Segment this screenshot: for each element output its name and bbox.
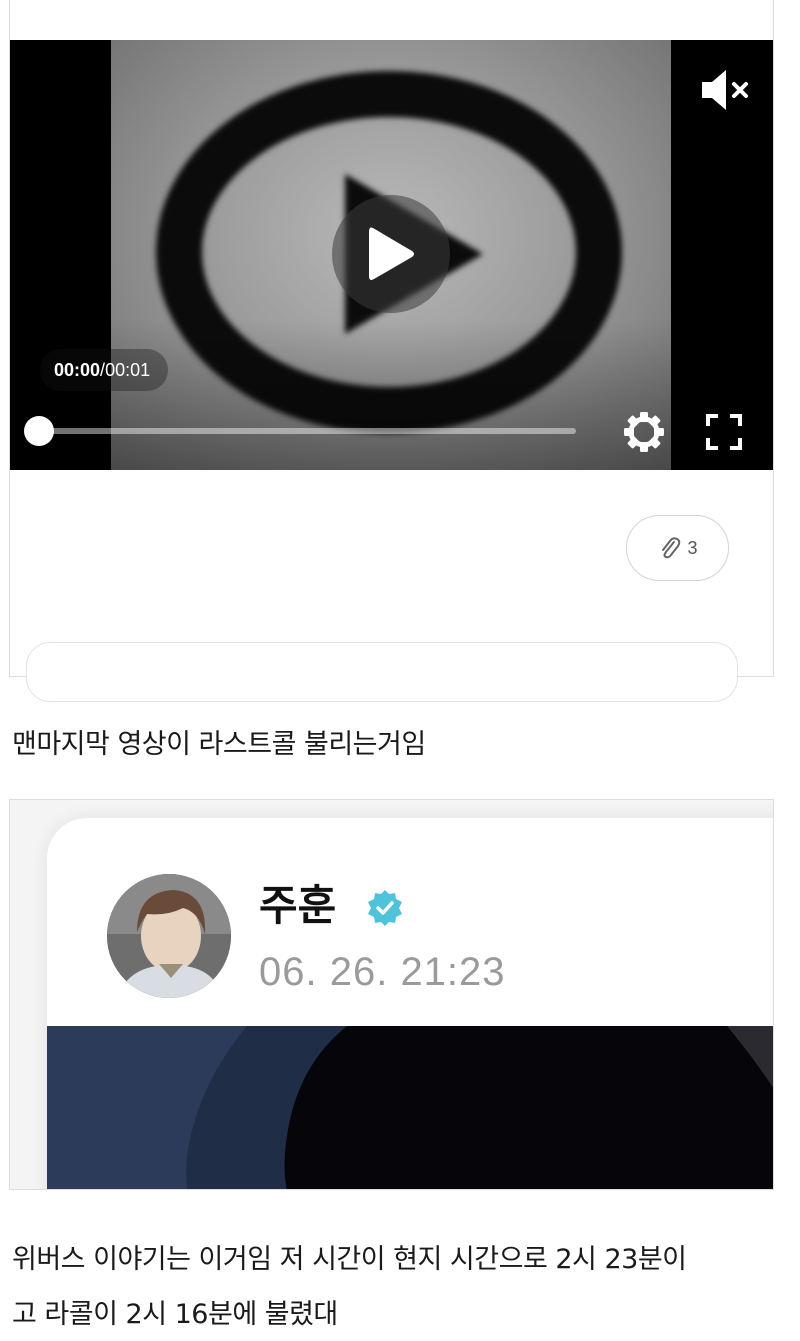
paragraph-line: 위버스 이야기는 이거임 저 시간이 현지 시간으로 2시 23분이 bbox=[12, 1244, 687, 1275]
progress-knob[interactable] bbox=[24, 416, 54, 446]
post-timestamp: 06. 26. 21:23 bbox=[259, 950, 506, 994]
verified-icon bbox=[368, 890, 402, 926]
username: 주훈 bbox=[259, 881, 337, 930]
progress-bar[interactable] bbox=[24, 416, 576, 446]
fullscreen-icon bbox=[706, 414, 742, 450]
paperclip-icon bbox=[662, 537, 681, 559]
mute-icon bbox=[702, 70, 748, 110]
post-paragraph: 맨마지막 영상이 라스트콜 불리는거임 bbox=[12, 729, 426, 760]
play-button[interactable] bbox=[332, 195, 450, 313]
duration-time: 00:01 bbox=[105, 359, 151, 380]
fullscreen-button[interactable] bbox=[702, 410, 746, 454]
post-image-art bbox=[47, 1026, 773, 1189]
video-player[interactable]: 00:00 / 00:01 bbox=[10, 40, 773, 470]
paragraph-line: 고 라콜이 2시 16분에 불렸대 bbox=[12, 1299, 338, 1330]
play-icon bbox=[369, 227, 414, 280]
settings-icon bbox=[624, 412, 664, 452]
weverse-screenshot-card: 주훈 06. 26. 21:23 bbox=[9, 799, 774, 1190]
embedded-inner-card bbox=[26, 642, 738, 702]
attachment-button[interactable]: 3 bbox=[626, 515, 729, 581]
avatar-photo bbox=[107, 874, 231, 998]
post-image bbox=[47, 1026, 773, 1189]
settings-button[interactable] bbox=[622, 410, 666, 454]
current-time: 00:00 bbox=[54, 359, 101, 380]
mute-button[interactable] bbox=[698, 68, 754, 112]
time-display: 00:00 / 00:01 bbox=[40, 349, 169, 391]
attachment-count: 3 bbox=[687, 537, 698, 558]
post-paragraph-2: 위버스 이야기는 이거임 저 시간이 현지 시간으로 2시 23분이 고 라콜이… bbox=[12, 1232, 792, 1341]
weverse-post-header: 주훈 06. 26. 21:23 bbox=[47, 818, 773, 1189]
avatar bbox=[107, 874, 231, 998]
